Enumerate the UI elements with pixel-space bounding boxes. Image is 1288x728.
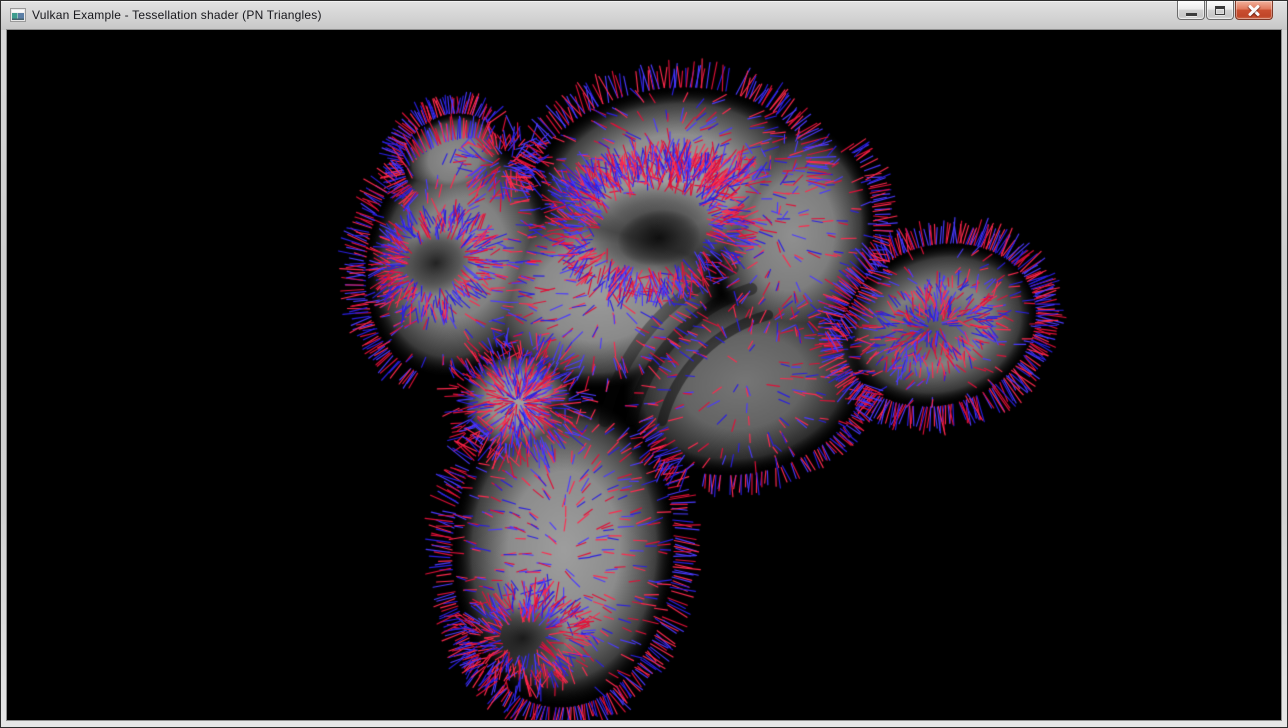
- app-icon: [10, 7, 26, 23]
- close-icon: [1247, 4, 1261, 16]
- maximize-icon: [1215, 6, 1225, 15]
- window-controls: [1176, 1, 1273, 21]
- window-title: Vulkan Example - Tessellation shader (PN…: [32, 8, 322, 22]
- minimize-icon: [1186, 13, 1197, 16]
- window-titlebar[interactable]: Vulkan Example - Tessellation shader (PN…: [1, 1, 1287, 30]
- minimize-button[interactable]: [1177, 1, 1205, 20]
- maximize-button[interactable]: [1206, 1, 1234, 20]
- render-viewport[interactable]: [7, 30, 1281, 720]
- close-button[interactable]: [1235, 1, 1273, 20]
- vulkan-3d-canvas[interactable]: [7, 30, 1281, 720]
- app-window: Vulkan Example - Tessellation shader (PN…: [0, 0, 1288, 728]
